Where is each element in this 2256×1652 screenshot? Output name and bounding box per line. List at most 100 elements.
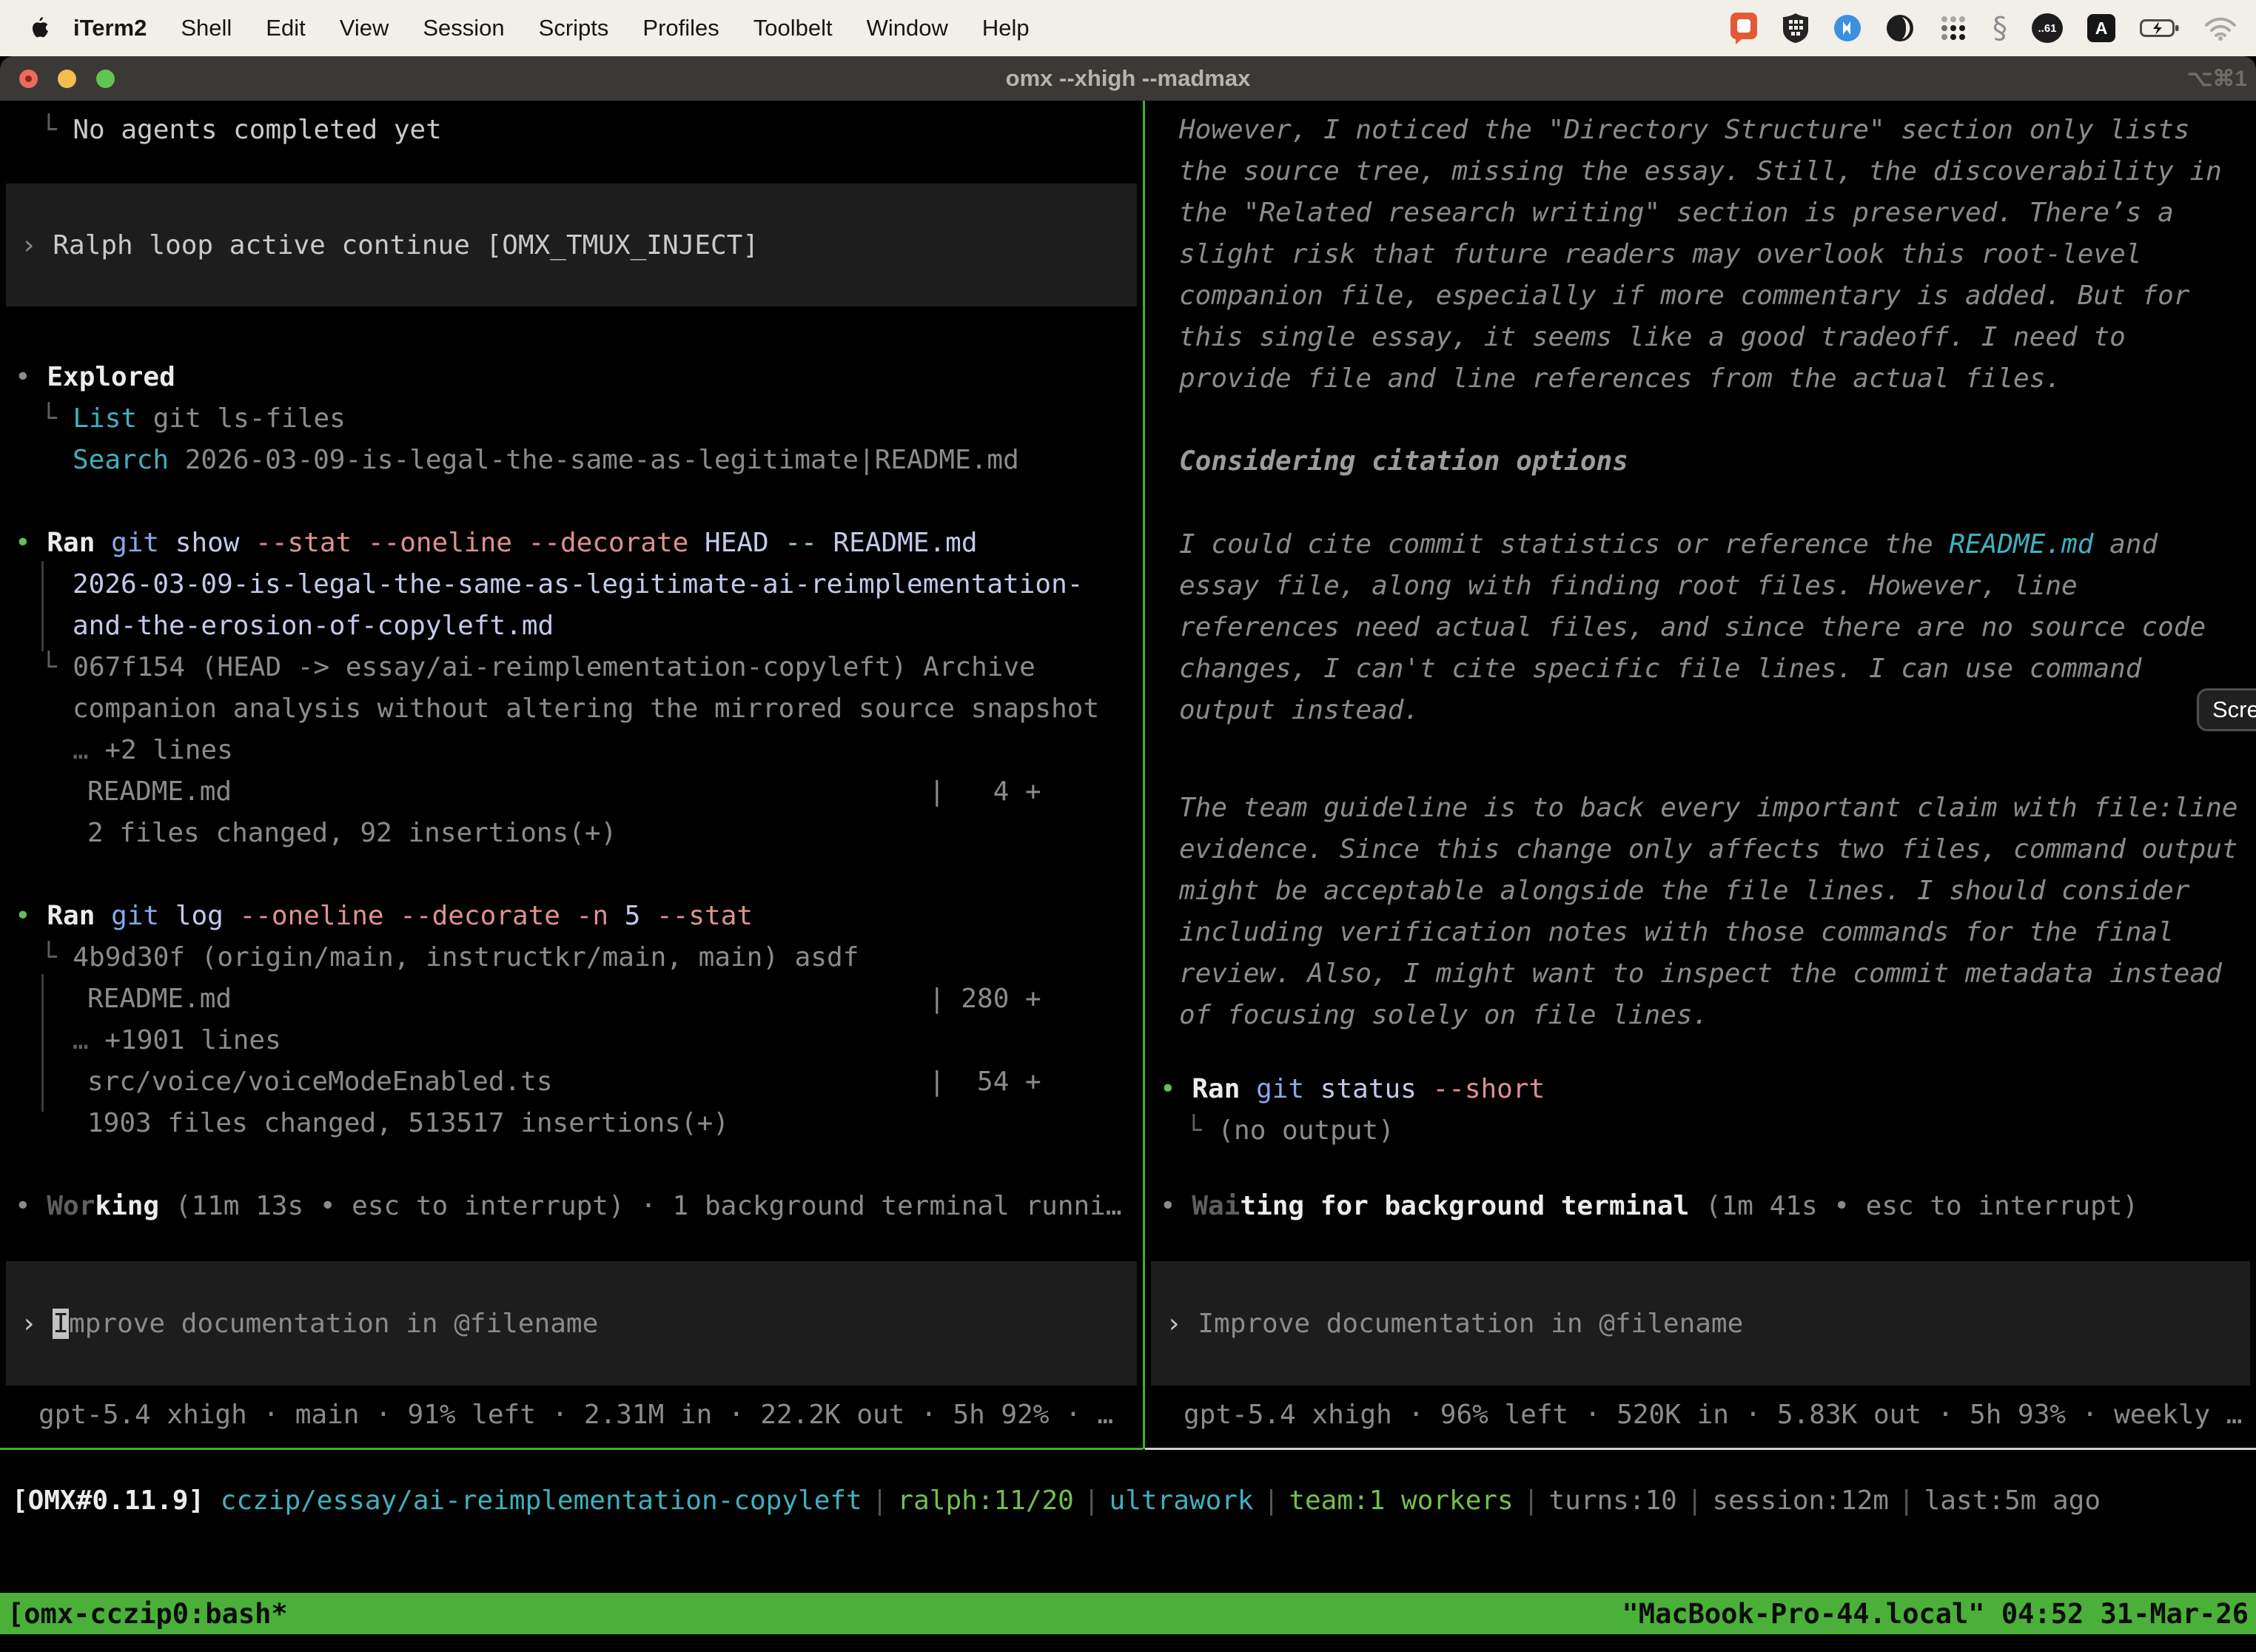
thinking-paragraph-line: evidence. Since this change only affects… xyxy=(1179,829,2237,870)
input-placeholder-text: mprove documentation in @filename xyxy=(69,1309,598,1339)
no-agents-line: └ No agents completed yet xyxy=(41,110,442,151)
tmux-host-clock: "MacBook-Pro-44.local" 04:52 31-Mar-26 xyxy=(1622,1598,2249,1630)
menu-item-window[interactable]: Window xyxy=(850,15,965,41)
tmux-pane-right[interactable]: However, I noticed the "Directory Struct… xyxy=(1145,101,2256,1449)
show-stat-count: | 4 + xyxy=(929,771,1041,813)
apple-icon[interactable] xyxy=(30,16,49,40)
prompt-chevron: › xyxy=(1166,1309,1198,1339)
thinking-paragraph-line: output instead. xyxy=(1179,690,1420,731)
working-status-line: • Working (11m 13s • esc to interrupt) ·… xyxy=(15,1186,1122,1227)
menu-item-scripts[interactable]: Scripts xyxy=(522,15,626,41)
ralph-inject-box: › Ralph loop active continue [OMX_TMUX_I… xyxy=(6,184,1137,306)
close-button[interactable] xyxy=(19,70,38,88)
ran-git-log-command: • Ran git log --oneline --decorate -n 5 … xyxy=(15,896,753,937)
log-output-more-lines: … +1901 lines xyxy=(73,1020,281,1061)
explored-header: • Explored xyxy=(15,357,175,398)
thinking-paragraph-line: The team guideline is to back every impo… xyxy=(1179,788,2237,829)
output-tree-line xyxy=(41,974,44,1112)
thinking-paragraph-line: of focusing solely on file lines. xyxy=(1179,995,1708,1036)
log-stat-summary: 1903 files changed, 513517 insertions(+) xyxy=(87,1103,729,1144)
output-tree-line xyxy=(41,561,44,651)
terminal-area: └ No agents completed yet › Ralph loop a… xyxy=(0,101,2256,1652)
tmux-status-bar[interactable]: [omx-cczip0:bash* "MacBook-Pro-44.local"… xyxy=(0,1593,2256,1634)
show-output-commit: └ 067f154 (HEAD -> essay/ai-reimplementa… xyxy=(41,647,1035,688)
prompt-input-right[interactable]: › Improve documentation in @filename xyxy=(1151,1261,2250,1386)
thinking-paragraph-line: However, I noticed the "Directory Struct… xyxy=(1179,110,2189,151)
thinking-paragraph-line: companion file, especially if more comme… xyxy=(1179,275,2189,317)
zap-circle-icon[interactable] xyxy=(1833,14,1861,42)
tmux-session-name: [omx-cczip0:bash* xyxy=(7,1598,288,1630)
prompt-chevron: › xyxy=(21,230,53,261)
session-duration: session:12m xyxy=(1713,1485,1889,1516)
thinking-paragraph-line: the source tree, missing the essay. Stil… xyxy=(1179,151,2222,192)
menu-item-view[interactable]: View xyxy=(323,15,406,41)
turns-count: turns:10 xyxy=(1548,1485,1676,1516)
readme-link: README.md xyxy=(1949,529,2093,560)
log-stat-count-1: | 280 + xyxy=(929,978,1041,1020)
ralph-progress: ralph:11/20 xyxy=(897,1485,1073,1516)
thinking-paragraph-line: essay file, along with finding root file… xyxy=(1179,565,2078,607)
ralph-loop-text: Ralph loop active continue [OMX_TMUX_INJ… xyxy=(53,230,759,261)
log-stat-count-2: | 54 + xyxy=(929,1061,1041,1103)
thinking-paragraph-line: I could cite commit statistics or refere… xyxy=(1179,524,2158,565)
section-hook-icon[interactable]: § xyxy=(1993,13,2007,43)
thinking-paragraph-line: including verification notes with those … xyxy=(1179,912,2174,953)
text-cursor: I xyxy=(53,1309,69,1339)
thinking-paragraph-line: review. Also, I might want to inspect th… xyxy=(1179,953,2222,995)
ran-git-status-command: • Ran git status --short xyxy=(1160,1069,1545,1110)
explored-list-line: └ List git ls-files xyxy=(41,398,346,440)
screen-tooltip[interactable]: Scre xyxy=(2197,688,2256,731)
zoom-button[interactable] xyxy=(96,70,115,88)
thinking-paragraph-line: this single essay, it seems like a good … xyxy=(1179,317,2126,358)
menu-item-toolbelt[interactable]: Toolbelt xyxy=(736,15,850,41)
omx-branch-path: cczip/essay/ai-reimplementation-copyleft xyxy=(204,1485,862,1516)
window-shortcut-badge: ⌥⌘1 xyxy=(2187,66,2247,92)
badge-a-icon[interactable]: A xyxy=(2087,14,2115,42)
thinking-paragraph-line: the "Related research writing" section i… xyxy=(1179,192,2174,234)
prompt-input-left[interactable]: › Improve documentation in @filename xyxy=(6,1261,1137,1386)
mode-badge: ultrawork xyxy=(1109,1485,1254,1516)
show-stat-file: README.md xyxy=(87,771,232,813)
dots-grid-icon[interactable] xyxy=(1938,13,1968,43)
wifi-icon[interactable] xyxy=(2204,16,2237,41)
show-output-more-lines: … +2 lines xyxy=(73,730,233,771)
log-output-commit: └ 4b9d30f (origin/main, instructkr/main,… xyxy=(41,937,859,978)
menu-item-session[interactable]: Session xyxy=(406,15,521,41)
prompt-chevron: › xyxy=(21,1309,53,1339)
menu-item-help[interactable]: Help xyxy=(965,15,1047,41)
menu-bar: iTerm2 Shell Edit View Session Scripts P… xyxy=(0,0,2256,56)
input-placeholder-text: Improve documentation in @filename xyxy=(1198,1309,1743,1339)
menu-item-iterm2[interactable]: iTerm2 xyxy=(56,15,164,41)
window-title: omx --xhigh --madmax xyxy=(1006,65,1251,92)
tmux-pane-left[interactable]: └ No agents completed yet › Ralph loop a… xyxy=(0,101,1143,1449)
menu-item-edit[interactable]: Edit xyxy=(249,15,322,41)
session-meta-left: gpt-5.4 xhigh · main · 91% left · 2.31M … xyxy=(38,1394,1113,1436)
explored-search-line: Search 2026-03-09-is-legal-the-same-as-l… xyxy=(73,440,1019,481)
show-output-filename-1: 2026-03-09-is-legal-the-same-as-legitima… xyxy=(73,564,1083,605)
minimize-button[interactable] xyxy=(58,70,76,88)
show-output-commit-2: companion analysis without altering the … xyxy=(73,688,1099,730)
shield-grid-icon[interactable] xyxy=(1782,13,1809,44)
active-pane-border xyxy=(0,1448,1143,1450)
battery-icon[interactable] xyxy=(2140,18,2180,38)
show-stat-summary: 2 files changed, 92 insertions(+) xyxy=(87,813,617,854)
crescent-circle-icon[interactable] xyxy=(1886,14,1914,42)
badge-61-icon[interactable]: ..61 xyxy=(2032,13,2063,43)
thinking-heading: Considering citation options xyxy=(1179,441,1628,483)
menu-item-profiles[interactable]: Profiles xyxy=(625,15,736,41)
thinking-paragraph-line: provide file and line references from th… xyxy=(1179,358,2061,400)
show-output-filename-2: and-the-erosion-of-copyleft.md xyxy=(73,605,554,647)
session-meta-right: gpt-5.4 xhigh · 96% left · 520K in · 5.8… xyxy=(1184,1394,2242,1436)
thinking-paragraph-line: slight risk that future readers may over… xyxy=(1179,234,2141,275)
pane-divider[interactable] xyxy=(1143,101,1145,1449)
window-titlebar[interactable]: omx --xhigh --madmax ⌥⌘1 xyxy=(0,56,2256,101)
team-workers: team:1 workers xyxy=(1289,1485,1513,1516)
menu-item-shell[interactable]: Shell xyxy=(164,15,249,41)
ran-git-show-command: • Ran git show --stat --oneline --decora… xyxy=(15,523,978,564)
chat-icon[interactable] xyxy=(1730,12,1758,44)
thinking-paragraph-line: references need actual files, and since … xyxy=(1179,607,2206,648)
traffic-lights xyxy=(19,56,115,101)
iterm2-window: omx --xhigh --madmax ⌥⌘1 └ No agents com… xyxy=(0,56,2256,1652)
omx-version: [OMX#0.11.9] xyxy=(12,1485,204,1516)
screen: iTerm2 Shell Edit View Session Scripts P… xyxy=(0,0,2256,1652)
